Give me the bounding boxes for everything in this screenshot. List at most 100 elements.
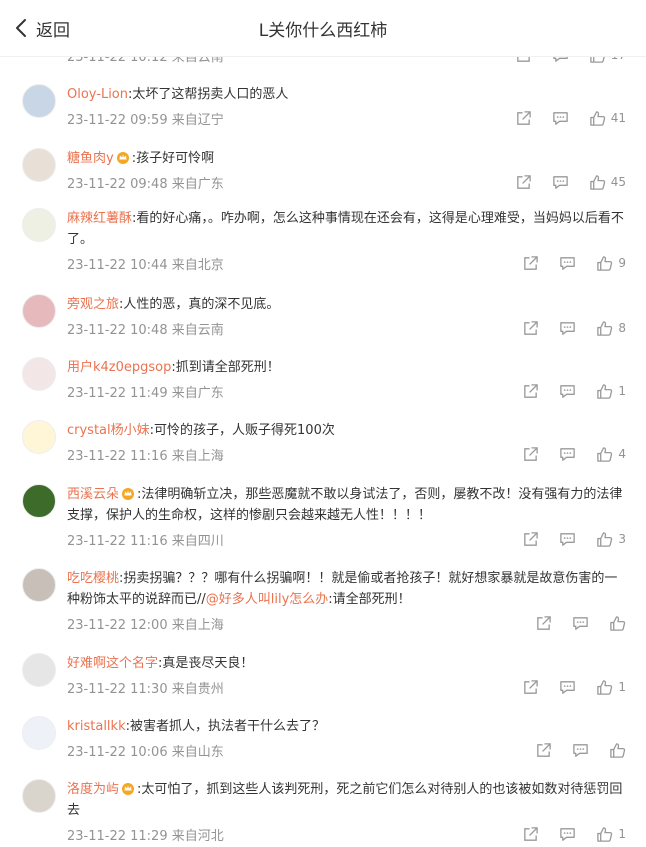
comment-text: 人性的恶，真的深不见底。 (123, 297, 280, 312)
comment-text: 被害者抓人，执法者干什么去了？ (130, 719, 326, 734)
avatar[interactable] (22, 716, 56, 750)
reply-button[interactable] (552, 174, 569, 191)
comment-username[interactable]: 西溪云朵 (67, 487, 119, 502)
avatar[interactable] (22, 148, 56, 182)
comment-text-tail: :请全部死刑！ (328, 592, 411, 607)
share-icon (524, 255, 539, 270)
comment-meta: 23-11-22 09:48 来自广东 (67, 177, 224, 192)
repost-button[interactable] (522, 679, 539, 696)
repost-button[interactable] (515, 110, 532, 127)
comment-icon (560, 256, 576, 270)
thumbs-up-icon (597, 255, 613, 271)
repost-button[interactable] (535, 742, 552, 759)
comment-username[interactable]: 吃吃樱桃 (67, 571, 119, 586)
reply-button[interactable] (559, 383, 576, 400)
thumbs-up-icon (597, 383, 613, 399)
share-icon (516, 174, 531, 189)
avatar[interactable] (22, 208, 56, 242)
like-count: 41 (610, 111, 626, 125)
like-count: 1 (618, 384, 626, 398)
avatar[interactable] (22, 779, 56, 813)
like-button[interactable]: 1 (596, 826, 626, 843)
comment-body: 旁观之旅:人性的恶，真的深不见底。 (67, 294, 627, 315)
comment-text: 法律明确斩立决，那些恶魔就不敢以身试法了，否则，屡教不改！没有强有力的法律支撑，… (67, 487, 623, 523)
like-count: 3 (618, 532, 626, 546)
comment-icon (573, 616, 588, 630)
repost-button[interactable] (522, 531, 539, 548)
comment-username[interactable]: 洛度为屿 (67, 782, 119, 797)
like-button[interactable]: 1 (596, 679, 626, 696)
repost-button[interactable] (535, 615, 552, 632)
reply-button[interactable] (572, 615, 589, 632)
like-button[interactable]: 3 (596, 531, 626, 548)
comment-text: 抓到请全部死刑！ (175, 360, 280, 375)
like-button[interactable] (609, 742, 626, 759)
like-button[interactable] (609, 615, 626, 632)
comment-body: 用户k4z0epgsop:抓到请全部死刑！ (67, 357, 627, 378)
repost-button[interactable] (522, 446, 539, 463)
avatar[interactable] (22, 484, 56, 518)
comment-actions (515, 614, 626, 632)
comment-actions: 9 (502, 254, 626, 272)
share-icon (524, 679, 539, 694)
repost-button[interactable] (522, 320, 539, 337)
like-button[interactable]: 41 (589, 110, 626, 127)
thumbs-up-icon (589, 174, 605, 190)
top-nav-bar: 返回 L关你什么西红柿 (0, 0, 646, 57)
reply-button[interactable] (559, 531, 576, 548)
avatar[interactable] (22, 357, 56, 391)
like-count: 8 (618, 321, 626, 335)
avatar[interactable] (22, 294, 56, 328)
page-title: L关你什么西红柿 (258, 21, 388, 41)
repost-button[interactable] (515, 174, 532, 191)
repost-button[interactable] (522, 826, 539, 843)
like-button[interactable]: 1 (596, 383, 626, 400)
comment-username[interactable]: Oloy-Lion (67, 87, 128, 102)
comment-icon (552, 175, 568, 189)
like-count: 1 (618, 827, 626, 841)
comment-icon (552, 111, 568, 125)
comment-username[interactable]: 糖鱼肉y (67, 151, 114, 166)
reply-button[interactable] (559, 679, 576, 696)
comment-username[interactable]: 旁观之旅 (67, 297, 119, 312)
reply-button[interactable] (552, 110, 569, 127)
comment-actions (515, 741, 626, 759)
repost-button[interactable] (522, 383, 539, 400)
comment-icon (560, 321, 576, 335)
like-count: 45 (610, 175, 626, 189)
comment-icon (573, 743, 588, 757)
reply-button[interactable] (559, 320, 576, 337)
comment-meta: 23-11-22 12:00 来自上海 (67, 618, 224, 633)
comment-actions: 41 (495, 109, 626, 127)
reply-button[interactable] (559, 255, 576, 272)
comment-username[interactable]: kristallkk (67, 719, 126, 734)
avatar[interactable] (22, 420, 56, 454)
comment-icon (560, 827, 576, 841)
like-button[interactable]: 45 (589, 174, 626, 191)
comment-username[interactable]: 用户k4z0epgsop (67, 360, 171, 375)
avatar[interactable] (22, 568, 56, 602)
like-button[interactable]: 9 (596, 255, 626, 272)
comment-meta: 23-11-22 11:16 来自四川 (67, 534, 224, 549)
reply-button[interactable] (572, 742, 589, 759)
comment-meta: 23-11-22 11:30 来自贵州 (67, 682, 224, 697)
comment-text: 孩子好可怜啊 (136, 151, 215, 166)
mention-link[interactable]: @好多人叫lily怎么办 (206, 592, 329, 607)
comment-username[interactable]: 好难啊这个名字 (67, 656, 158, 671)
thumbs-up-icon (597, 531, 613, 547)
thumbs-up-icon (597, 679, 613, 695)
share-icon (524, 531, 539, 546)
like-button[interactable]: 8 (596, 320, 626, 337)
avatar[interactable] (22, 84, 56, 118)
comment-meta: 23-11-22 11:49 来自广东 (67, 386, 224, 401)
comment-username[interactable]: crystal杨小妹 (67, 423, 150, 438)
reply-button[interactable] (559, 446, 576, 463)
repost-button[interactable] (522, 255, 539, 272)
avatar[interactable] (22, 653, 56, 687)
comment-icon (560, 384, 576, 398)
share-icon (524, 320, 539, 335)
comment-body: 洛度为屿:太可怕了，抓到这些人该判死刑，死之前它们怎么对待别人的也该被如数对待惩… (67, 779, 627, 821)
comment-username[interactable]: 麻辣红薯酥 (67, 211, 132, 226)
reply-button[interactable] (559, 826, 576, 843)
like-button[interactable]: 4 (596, 446, 626, 463)
